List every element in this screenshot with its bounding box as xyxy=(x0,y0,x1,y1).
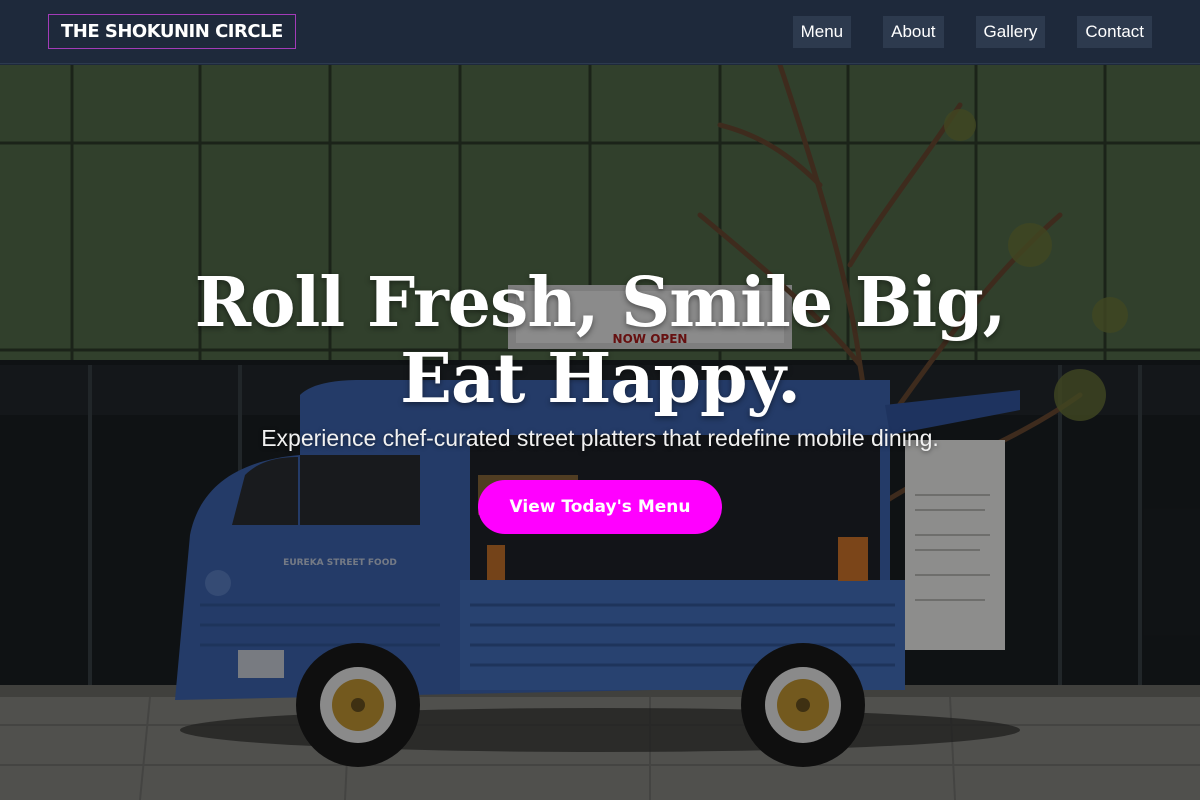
site-header: THE SHOKUNIN CIRCLE Menu About Gallery C… xyxy=(0,0,1200,64)
hero-content: Roll Fresh, Smile Big, Eat Happy. Experi… xyxy=(0,65,1200,800)
brand-logo[interactable]: THE SHOKUNIN CIRCLE xyxy=(48,14,296,49)
hero-title: Roll Fresh, Smile Big, Eat Happy. xyxy=(194,263,1007,419)
hero-section: NOW OPEN EUREKA STREET FOOD Roll Fresh, … xyxy=(0,65,1200,800)
nav-link-gallery[interactable]: Gallery xyxy=(975,15,1046,48)
nav-link-menu[interactable]: Menu xyxy=(792,15,852,48)
hero-subtitle: Experience chef-curated street platters … xyxy=(261,425,939,451)
nav-link-contact[interactable]: Contact xyxy=(1077,15,1152,48)
main-nav: Menu About Gallery Contact xyxy=(792,15,1152,48)
view-menu-button[interactable]: View Today's Menu xyxy=(477,480,723,534)
nav-link-about[interactable]: About xyxy=(883,15,944,48)
